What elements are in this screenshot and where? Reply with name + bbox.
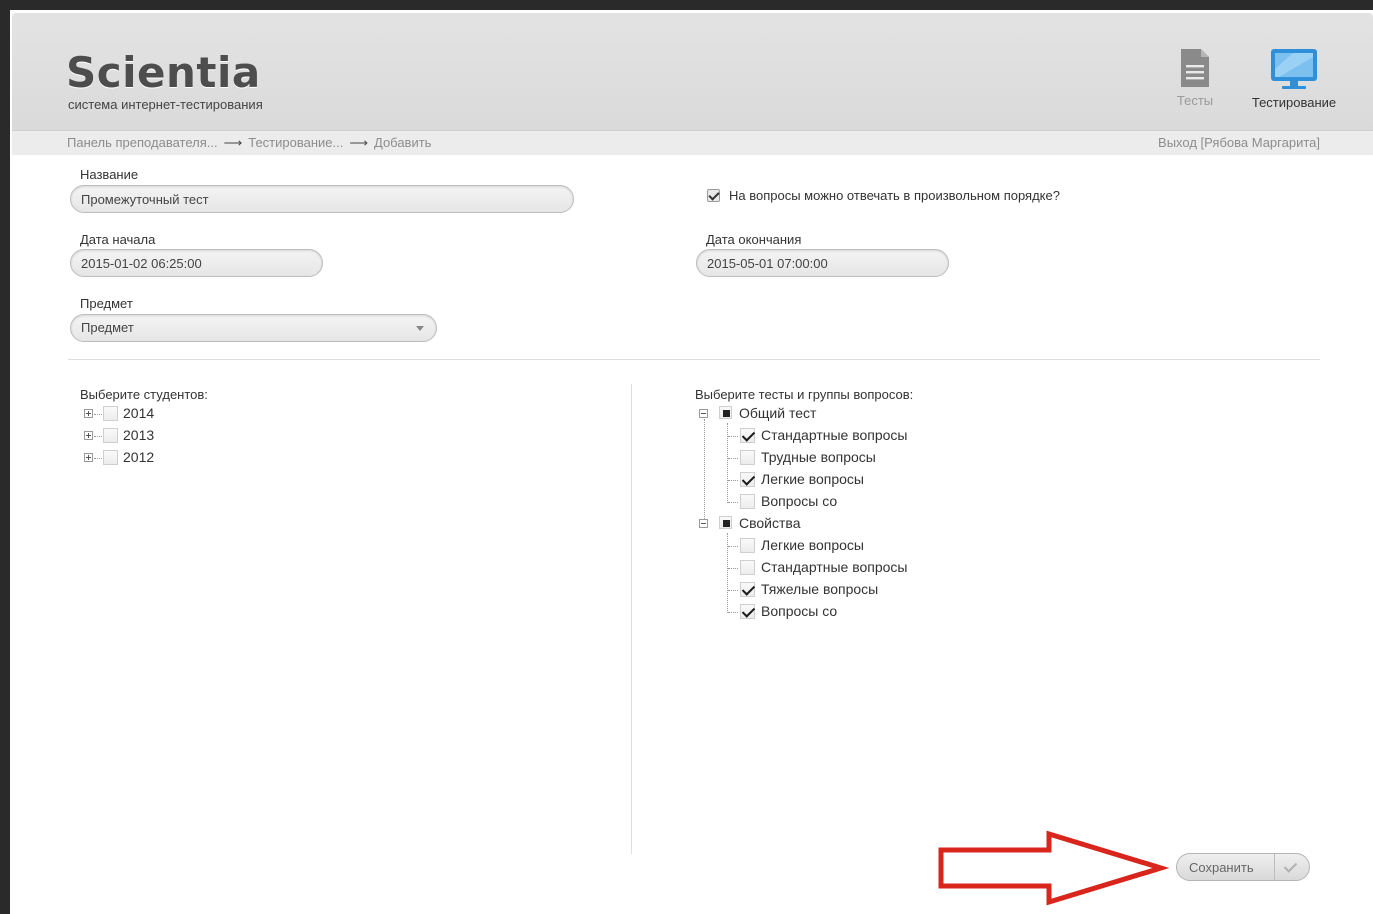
test-item[interactable]: Стандартные вопросы bbox=[728, 558, 948, 578]
test-item-label: Трудные вопросы bbox=[761, 449, 876, 465]
divider-vertical bbox=[631, 384, 632, 854]
window-frame-top bbox=[0, 0, 1373, 10]
test-item[interactable]: Тяжелые вопросы bbox=[728, 580, 948, 600]
nav-tests[interactable]: Тесты bbox=[1167, 47, 1223, 108]
test-item-checkbox[interactable] bbox=[740, 604, 755, 619]
chevron-down-icon bbox=[416, 326, 424, 331]
save-button-label: Сохранить bbox=[1189, 860, 1254, 875]
page: Scientia система интернет-тестирования Т… bbox=[12, 13, 1373, 914]
student-group-label: 2013 bbox=[123, 427, 155, 443]
subject-select-value: Предмет bbox=[81, 320, 134, 335]
name-label: Название bbox=[80, 167, 139, 182]
header: Scientia система интернет-тестирования Т… bbox=[12, 13, 1373, 131]
test-item[interactable]: Стандартные вопросы bbox=[728, 426, 948, 446]
app-logo[interactable]: Scientia bbox=[66, 49, 261, 97]
students-title: Выберите студентов: bbox=[80, 387, 208, 402]
nav-testing-label: Тестирование bbox=[1251, 95, 1337, 110]
student-group-2014[interactable]: 2014 bbox=[84, 404, 204, 424]
name-input[interactable] bbox=[70, 185, 574, 213]
test-item-label: Вопросы со bbox=[761, 493, 838, 509]
start-date-label: Дата начала bbox=[80, 232, 156, 247]
test-item[interactable]: Вопросы со bbox=[728, 602, 948, 622]
test-group-general[interactable]: Общий тест bbox=[699, 404, 899, 424]
test-item[interactable]: Легкие вопросы bbox=[728, 536, 948, 556]
student-group-checkbox[interactable] bbox=[103, 406, 118, 421]
test-item-label: Стандартные вопросы bbox=[761, 559, 908, 575]
student-group-2013[interactable]: 2013 bbox=[84, 426, 204, 446]
test-group-label: Свойства bbox=[739, 515, 801, 531]
test-item-checkbox[interactable] bbox=[740, 428, 755, 443]
student-group-2012[interactable]: 2012 bbox=[84, 448, 204, 468]
student-group-label: 2012 bbox=[123, 449, 155, 465]
subject-label: Предмет bbox=[80, 296, 133, 311]
test-item-checkbox[interactable] bbox=[740, 582, 755, 597]
test-group-checkbox[interactable] bbox=[719, 406, 732, 419]
random-order-label[interactable]: На вопросы можно отвечать в произвольном… bbox=[729, 188, 1060, 203]
collapse-minus-icon[interactable] bbox=[699, 519, 708, 528]
student-group-label: 2014 bbox=[123, 405, 155, 421]
end-date-label: Дата окончания bbox=[706, 232, 802, 247]
annotation-arrow-icon bbox=[938, 830, 1169, 906]
student-group-checkbox[interactable] bbox=[103, 450, 118, 465]
breadcrumb-teacher-panel[interactable]: Панель преподавателя... bbox=[67, 135, 218, 150]
student-group-checkbox[interactable] bbox=[103, 428, 118, 443]
breadcrumb: Панель преподавателя... ⟶ Тестирование... ⟶… bbox=[12, 131, 1373, 155]
breadcrumb-separator: ⟶ bbox=[223, 135, 243, 150]
expand-plus-icon[interactable] bbox=[84, 409, 93, 418]
collapse-minus-icon[interactable] bbox=[699, 409, 708, 418]
nav-tests-label: Тесты bbox=[1176, 93, 1214, 108]
end-date-input[interactable] bbox=[696, 249, 949, 277]
test-item-checkbox[interactable] bbox=[740, 450, 755, 465]
test-item-label: Легкие вопросы bbox=[761, 471, 864, 487]
test-item-checkbox[interactable] bbox=[740, 560, 755, 575]
random-order-checkbox[interactable] bbox=[707, 189, 720, 202]
test-item-checkbox[interactable] bbox=[740, 538, 755, 553]
document-icon bbox=[1181, 49, 1209, 87]
subject-select[interactable]: Предмет bbox=[70, 314, 437, 342]
window-frame-left bbox=[0, 0, 10, 914]
start-date-input[interactable] bbox=[70, 249, 323, 277]
test-item[interactable]: Трудные вопросы bbox=[728, 448, 948, 468]
checkmark-icon bbox=[1283, 859, 1298, 873]
test-item-checkbox[interactable] bbox=[740, 494, 755, 509]
divider-horizontal bbox=[68, 359, 1320, 360]
save-button-separator bbox=[1274, 854, 1275, 880]
breadcrumb-testing[interactable]: Тестирование... bbox=[248, 135, 343, 150]
test-item[interactable]: Вопросы со bbox=[728, 492, 948, 512]
nav-testing[interactable]: Тестирование bbox=[1242, 47, 1346, 110]
test-item-label: Стандартные вопросы bbox=[761, 427, 908, 443]
test-item-label: Вопросы со bbox=[761, 603, 838, 619]
test-item-label: Легкие вопросы bbox=[761, 537, 864, 553]
app-tagline: система интернет-тестирования bbox=[68, 97, 263, 112]
expand-plus-icon[interactable] bbox=[84, 431, 93, 440]
test-group-properties[interactable]: Свойства bbox=[699, 514, 899, 534]
test-item[interactable]: Легкие вопросы bbox=[728, 470, 948, 490]
logout-link[interactable]: Выход [Рябова Маргарита] bbox=[1158, 135, 1320, 150]
monitor-icon bbox=[1271, 49, 1317, 89]
test-group-label: Общий тест bbox=[739, 405, 817, 421]
breadcrumb-add: Добавить bbox=[374, 135, 432, 150]
test-item-checkbox[interactable] bbox=[740, 472, 755, 487]
breadcrumb-separator: ⟶ bbox=[349, 135, 368, 150]
tree-connector bbox=[704, 419, 705, 521]
test-group-checkbox[interactable] bbox=[719, 516, 732, 529]
save-button[interactable]: Сохранить bbox=[1176, 853, 1310, 881]
tests-title: Выберите тесты и группы вопросов: bbox=[695, 387, 914, 402]
test-item-label: Тяжелые вопросы bbox=[761, 581, 879, 597]
expand-plus-icon[interactable] bbox=[84, 453, 93, 462]
